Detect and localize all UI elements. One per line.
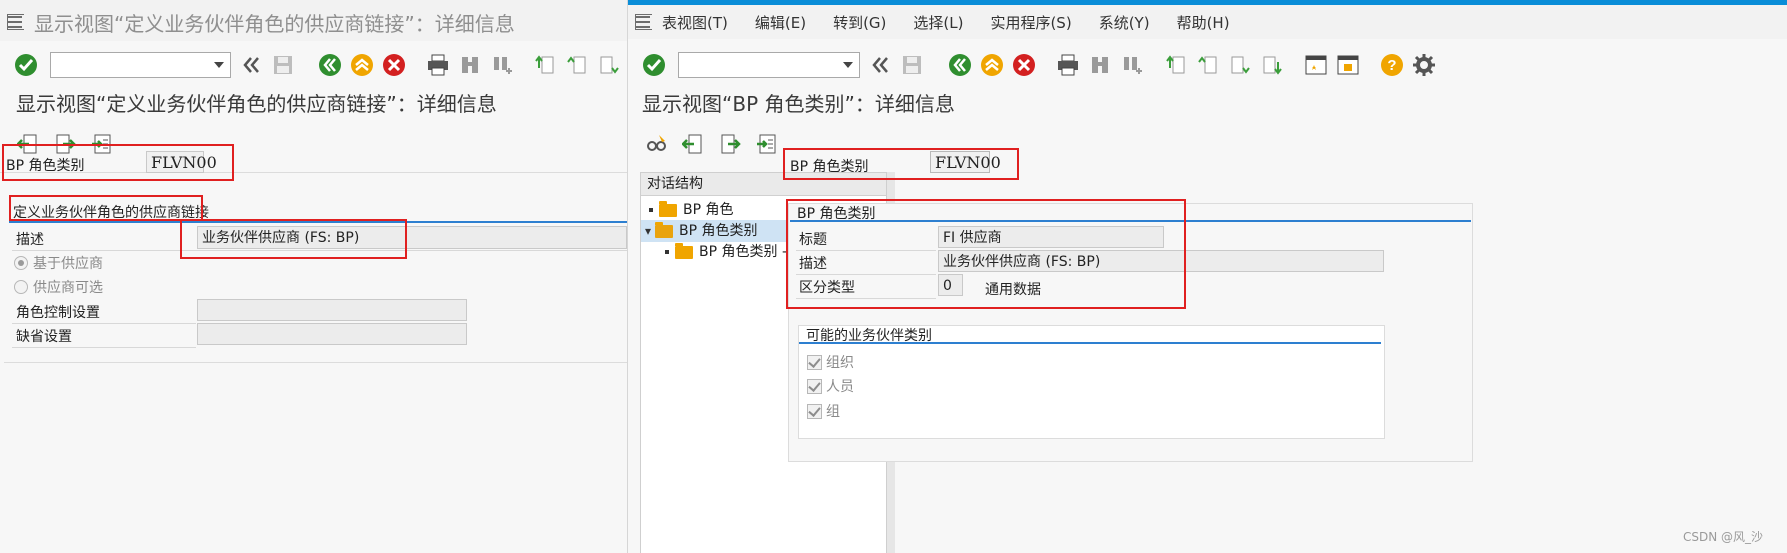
previous-page-icon[interactable] bbox=[1194, 51, 1222, 79]
open-folder-icon bbox=[655, 221, 674, 238]
highlight-box bbox=[9, 195, 203, 221]
cancel-icon[interactable] bbox=[380, 51, 408, 79]
left-description-label: 描述 bbox=[16, 232, 44, 248]
next-entry-icon[interactable] bbox=[716, 130, 744, 158]
next-page-icon[interactable] bbox=[1226, 51, 1254, 79]
radio-dot[interactable] bbox=[14, 256, 28, 270]
enter-check-icon[interactable] bbox=[640, 51, 668, 79]
chevron-down-icon[interactable] bbox=[843, 62, 853, 68]
enter-check-icon[interactable] bbox=[12, 51, 40, 79]
help-icon[interactable]: ? bbox=[1378, 51, 1406, 79]
back-icon[interactable] bbox=[316, 51, 344, 79]
highlight-box bbox=[786, 199, 1186, 309]
chevron-down-icon[interactable] bbox=[213, 62, 224, 68]
first-page-icon[interactable] bbox=[531, 51, 559, 79]
find-next-icon[interactable] bbox=[488, 51, 516, 79]
command-field[interactable] bbox=[678, 52, 860, 78]
find-icon[interactable] bbox=[456, 51, 484, 79]
find-next-icon[interactable] bbox=[1118, 51, 1146, 79]
checkbox-label: 组 bbox=[826, 404, 840, 420]
left-title-bar: 显示视图“定义业务伙伴角色的供应商链接”：详细信息 bbox=[0, 0, 627, 41]
exit-icon[interactable] bbox=[978, 51, 1006, 79]
checkbox-label: 组织 bbox=[826, 355, 854, 371]
right-screen-title: 显示视图“BP 角色类别”：详细信息 bbox=[642, 92, 955, 116]
menu-selection[interactable]: 选择(L) bbox=[913, 12, 963, 33]
radio-vendor-based[interactable]: 基于供应商 bbox=[14, 253, 103, 273]
checkbox-box[interactable] bbox=[807, 403, 822, 419]
find-icon[interactable] bbox=[1086, 51, 1114, 79]
tree-item-label: BP 角色 bbox=[683, 202, 734, 218]
chevron-down-icon[interactable]: ▾ bbox=[645, 220, 651, 242]
display-change-icon[interactable] bbox=[642, 130, 670, 158]
collapse-double-left-icon[interactable] bbox=[866, 51, 894, 79]
menu-table-view[interactable]: 表视图(T) bbox=[662, 12, 728, 33]
save-icon[interactable] bbox=[269, 51, 297, 79]
checkbox-person[interactable]: 人员 bbox=[807, 376, 854, 396]
tree-item-label: BP 角色类别 bbox=[679, 223, 758, 239]
shortcut-icon[interactable] bbox=[1334, 51, 1362, 79]
previous-page-icon[interactable] bbox=[563, 51, 591, 79]
collapse-double-left-icon[interactable] bbox=[237, 51, 265, 79]
watermark: CSDN @风_沙 bbox=[1682, 530, 1763, 544]
select-all-icon[interactable] bbox=[753, 130, 781, 158]
left-window: 显示视图“定义业务伙伴角色的供应商链接”：详细信息 显示视图“定义业务伙伴角色的… bbox=[0, 0, 628, 553]
left-standard-toolbar bbox=[0, 46, 627, 84]
left-window-title: 显示视图“定义业务伙伴角色的供应商链接”：详细信息 bbox=[34, 11, 515, 36]
tree-bullet bbox=[665, 250, 669, 254]
menu-utilities[interactable]: 实用程序(S) bbox=[990, 12, 1071, 33]
radio-vendor-optional-label: 供应商可选 bbox=[33, 280, 103, 296]
cancel-icon[interactable] bbox=[1010, 51, 1038, 79]
create-session-icon[interactable] bbox=[1302, 51, 1330, 79]
radio-dot[interactable] bbox=[14, 280, 28, 294]
highlight-box bbox=[783, 148, 1019, 180]
checkbox-organization[interactable]: 组织 bbox=[807, 352, 854, 372]
checkbox-group[interactable]: 组 bbox=[807, 401, 840, 421]
default-settings-row: 缺省设置 bbox=[12, 323, 196, 348]
menu-icon[interactable] bbox=[635, 14, 652, 30]
tree-item-bp-role[interactable]: BP 角色 bbox=[649, 199, 734, 221]
checkbox-box[interactable] bbox=[807, 378, 822, 394]
radio-vendor-based-label: 基于供应商 bbox=[33, 256, 103, 272]
gear-icon[interactable] bbox=[1410, 51, 1438, 79]
svg-text:?: ? bbox=[1387, 57, 1396, 74]
menu-help[interactable]: 帮助(H) bbox=[1177, 12, 1230, 33]
role-control-row: 角色控制设置 bbox=[12, 299, 196, 324]
checkbox-label: 人员 bbox=[826, 379, 854, 395]
right-standard-toolbar: ? bbox=[628, 46, 1787, 84]
menu-edit[interactable]: 编辑(E) bbox=[755, 12, 806, 33]
first-page-icon[interactable] bbox=[1162, 51, 1190, 79]
radio-vendor-optional[interactable]: 供应商可选 bbox=[14, 277, 103, 297]
checkbox-box[interactable] bbox=[807, 354, 822, 370]
highlight-box bbox=[180, 219, 407, 259]
group-rule bbox=[799, 342, 1381, 344]
menu-icon[interactable] bbox=[7, 14, 24, 30]
last-page-icon[interactable] bbox=[1258, 51, 1286, 79]
default-settings-field[interactable] bbox=[197, 323, 467, 345]
right-window: 表视图(T) 编辑(E) 转到(G) 选择(L) 实用程序(S) 系统(Y) 帮… bbox=[628, 0, 1787, 553]
right-menu-bar: 表视图(T) 编辑(E) 转到(G) 选择(L) 实用程序(S) 系统(Y) 帮… bbox=[628, 0, 1787, 39]
print-icon[interactable] bbox=[424, 51, 452, 79]
left-screen-title: 显示视图“定义业务伙伴角色的供应商链接”：详细信息 bbox=[16, 92, 497, 116]
exit-icon[interactable] bbox=[348, 51, 376, 79]
folder-icon bbox=[675, 242, 693, 259]
print-icon[interactable] bbox=[1054, 51, 1082, 79]
left-bottom-rule bbox=[4, 362, 627, 363]
role-control-field[interactable] bbox=[197, 299, 467, 321]
menu-system[interactable]: 系统(Y) bbox=[1099, 12, 1150, 33]
back-icon[interactable] bbox=[946, 51, 974, 79]
save-icon[interactable] bbox=[898, 51, 926, 79]
next-page-icon[interactable] bbox=[595, 51, 623, 79]
previous-entry-icon[interactable] bbox=[679, 130, 707, 158]
default-settings-label: 缺省设置 bbox=[16, 329, 72, 345]
right-application-toolbar bbox=[642, 128, 790, 160]
highlight-box bbox=[2, 144, 234, 181]
tree-bullet bbox=[649, 208, 653, 212]
role-control-label: 角色控制设置 bbox=[16, 305, 100, 321]
menu-goto[interactable]: 转到(G) bbox=[833, 12, 886, 33]
folder-icon bbox=[659, 200, 677, 217]
command-field[interactable] bbox=[49, 52, 231, 78]
